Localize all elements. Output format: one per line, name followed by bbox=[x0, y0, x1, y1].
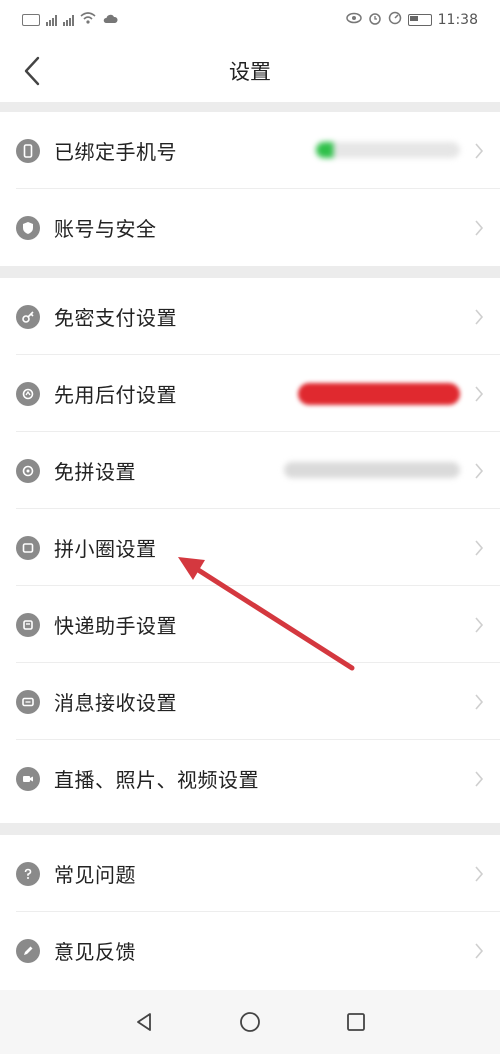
alarm-icon bbox=[368, 11, 382, 29]
target-icon bbox=[16, 458, 40, 483]
section-gap bbox=[0, 823, 500, 835]
recents-square-icon bbox=[347, 1013, 365, 1031]
signal-icon bbox=[63, 14, 74, 26]
settings-row-label: 快递助手设置 bbox=[54, 614, 177, 638]
phone-icon bbox=[16, 138, 40, 163]
folder-icon bbox=[16, 535, 40, 560]
battery-icon bbox=[407, 14, 432, 26]
chevron-right-icon bbox=[475, 942, 484, 959]
chevron-right-icon bbox=[475, 142, 484, 159]
chevron-right-icon bbox=[475, 770, 484, 787]
settings-row-pin-circle[interactable]: 拼小圈设置 bbox=[0, 509, 500, 586]
chevron-right-icon bbox=[475, 865, 484, 882]
nav-home-button[interactable] bbox=[197, 997, 303, 1047]
chevron-left-icon bbox=[24, 56, 40, 86]
settings-row-label: 常见问题 bbox=[54, 863, 136, 887]
settings-row-live-photo-video[interactable]: 直播、照片、视频设置 bbox=[0, 740, 500, 817]
pencil-icon bbox=[16, 938, 40, 963]
truck-icon bbox=[16, 612, 40, 637]
question-icon bbox=[16, 861, 40, 886]
settings-row-faq[interactable]: 常见问题 bbox=[0, 835, 500, 912]
sim-icon bbox=[22, 14, 40, 26]
chevron-right-icon bbox=[475, 462, 484, 479]
video-icon bbox=[16, 766, 40, 791]
back-triangle-icon bbox=[137, 1013, 151, 1031]
nav-back-button[interactable] bbox=[91, 997, 197, 1047]
speedometer-icon bbox=[388, 11, 402, 29]
signal-icon bbox=[46, 14, 57, 26]
status-left-icons bbox=[22, 12, 118, 28]
chevron-right-icon bbox=[475, 385, 484, 402]
settings-row-label: 已绑定手机号 bbox=[54, 140, 177, 164]
chevron-right-icon bbox=[475, 308, 484, 325]
title-bar: 设置 bbox=[0, 40, 500, 102]
chevron-right-icon bbox=[475, 539, 484, 556]
wifi-icon bbox=[80, 12, 96, 28]
settings-row-label: 账号与安全 bbox=[54, 217, 157, 241]
eye-icon bbox=[345, 12, 362, 28]
key-icon bbox=[16, 304, 40, 329]
blurred-phone-value bbox=[316, 142, 460, 158]
chevron-right-icon bbox=[475, 616, 484, 633]
blurred-promo-badge bbox=[298, 383, 460, 405]
back-button[interactable] bbox=[12, 50, 52, 92]
settings-row-message-receive[interactable]: 消息接收设置 bbox=[0, 663, 500, 740]
settings-row-account-security[interactable]: 账号与安全 bbox=[0, 189, 500, 266]
wallet-icon bbox=[16, 381, 40, 406]
status-right-icons: 11:38 bbox=[345, 11, 478, 29]
section-gap bbox=[0, 266, 500, 278]
blurred-free-group-value bbox=[284, 462, 460, 478]
settings-row-label: 免密支付设置 bbox=[54, 306, 177, 330]
settings-row-free-group[interactable]: 免拼设置 bbox=[0, 432, 500, 509]
message-icon bbox=[16, 689, 40, 714]
section-gap bbox=[0, 102, 500, 112]
settings-row-label: 拼小圈设置 bbox=[54, 537, 157, 561]
system-nav-bar bbox=[0, 990, 500, 1054]
status-bar: 11:38 bbox=[0, 0, 500, 40]
cloud-icon bbox=[102, 12, 118, 28]
chevron-right-icon bbox=[475, 693, 484, 710]
settings-row-password-free-pay[interactable]: 免密支付设置 bbox=[0, 278, 500, 355]
settings-row-delivery-assistant[interactable]: 快递助手设置 bbox=[0, 586, 500, 663]
settings-row-label: 直播、照片、视频设置 bbox=[54, 768, 259, 792]
settings-row-label: 先用后付设置 bbox=[54, 383, 177, 407]
home-circle-icon bbox=[240, 1012, 260, 1032]
nav-recents-button[interactable] bbox=[303, 997, 409, 1047]
status-time: 11:38 bbox=[437, 12, 478, 28]
settings-row-label: 意见反馈 bbox=[54, 940, 136, 964]
settings-row-buy-now-pay-later[interactable]: 先用后付设置 bbox=[0, 355, 500, 432]
shield-icon bbox=[16, 215, 40, 240]
chevron-right-icon bbox=[475, 219, 484, 236]
settings-row-label: 消息接收设置 bbox=[54, 691, 177, 715]
settings-row-bound-phone[interactable]: 已绑定手机号 bbox=[0, 112, 500, 189]
settings-row-label: 免拼设置 bbox=[54, 460, 136, 484]
page-title: 设置 bbox=[229, 60, 271, 84]
settings-row-feedback[interactable]: 意见反馈 bbox=[0, 912, 500, 989]
